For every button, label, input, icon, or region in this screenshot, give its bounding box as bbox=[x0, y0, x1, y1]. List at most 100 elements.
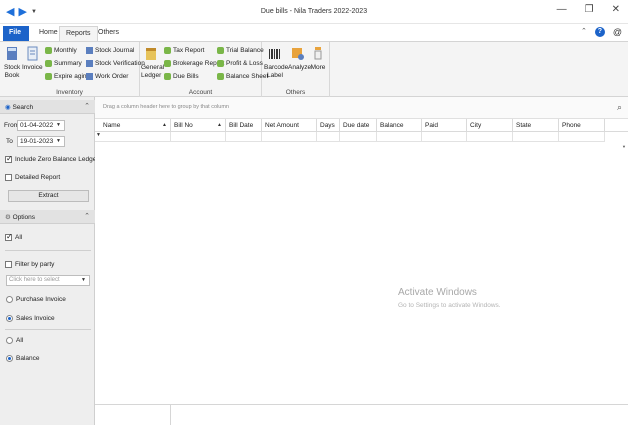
column-header-label: State bbox=[516, 122, 532, 129]
search-section-label: Search bbox=[12, 104, 34, 111]
due-bills-button[interactable]: Due Bills bbox=[164, 73, 199, 80]
balance-sheet-button[interactable]: Balance Sheet bbox=[217, 73, 268, 80]
filter-cell[interactable] bbox=[422, 132, 467, 142]
trial-balance-button[interactable]: Trial Balance bbox=[217, 47, 264, 54]
column-header-days[interactable]: Days bbox=[317, 119, 340, 132]
column-header-balance[interactable]: Balance bbox=[377, 119, 422, 132]
collapse-chevron-icon[interactable]: ⌃ bbox=[84, 212, 90, 220]
column-header-label: Net Amount bbox=[265, 122, 299, 129]
column-header-bill-date[interactable]: Bill Date bbox=[226, 119, 262, 132]
include-zero-balance-checkbox[interactable]: Include Zero Balance Ledger bbox=[5, 154, 99, 163]
brokerage-report-button[interactable]: Brokerage Report bbox=[164, 60, 224, 67]
filter-cell[interactable] bbox=[171, 132, 226, 142]
help-icon[interactable]: ? bbox=[594, 27, 605, 37]
filter-cell[interactable] bbox=[467, 132, 513, 142]
work-order-button[interactable]: Work Order bbox=[86, 73, 128, 80]
balance-radio[interactable]: Balance bbox=[6, 355, 40, 362]
all-checkbox[interactable]: All bbox=[5, 232, 22, 241]
maximize-button[interactable]: ❐ bbox=[585, 4, 594, 15]
expire-aging-button[interactable]: Expire aging bbox=[45, 73, 90, 80]
filter-cell[interactable] bbox=[513, 132, 559, 142]
general-ledger-button[interactable]: General Ledger bbox=[141, 46, 164, 80]
reports-tab-label: Reports bbox=[66, 30, 91, 37]
work-order-icon bbox=[86, 73, 93, 80]
column-header-paid[interactable]: Paid bbox=[422, 119, 467, 132]
tab-file[interactable]: File bbox=[3, 26, 29, 41]
brokerage-report-icon bbox=[164, 60, 171, 67]
column-header-name[interactable]: Name ▲ bbox=[100, 119, 171, 132]
column-header-label: Bill Date bbox=[229, 122, 254, 129]
filter-by-party-checkbox[interactable]: Filter by party bbox=[5, 261, 54, 268]
invoice-button[interactable]: Invoice bbox=[22, 46, 43, 72]
options-section-icon: ⚙ bbox=[5, 214, 11, 221]
column-header-net-amount[interactable]: Net Amount bbox=[262, 119, 317, 132]
column-header-city[interactable]: City bbox=[467, 119, 513, 132]
from-date-picker[interactable]: 01-04-2022 ▼ bbox=[17, 120, 65, 131]
scroll-down-arrow-icon[interactable]: ▼ bbox=[622, 144, 626, 149]
column-header-due-date[interactable]: Due date bbox=[340, 119, 377, 132]
dropdown-arrow-icon[interactable]: ▼ bbox=[56, 122, 61, 128]
vertical-scrollbar[interactable]: ▼ bbox=[620, 142, 628, 404]
ribbon: Stock Book Invoice Monthly Summary Expir… bbox=[0, 41, 628, 97]
purchase-invoice-radio[interactable]: Purchase Invoice bbox=[6, 296, 66, 303]
column-header-label: Bill No bbox=[174, 122, 193, 129]
inventory-group: Stock Book Invoice Monthly Summary Expir… bbox=[0, 42, 145, 97]
stock-journal-icon bbox=[86, 47, 93, 54]
collapse-chevron-icon[interactable]: ⌃ bbox=[84, 102, 90, 110]
tax-report-label: Tax Report bbox=[173, 47, 205, 54]
stock-journal-button[interactable]: Stock Journal bbox=[86, 47, 134, 54]
summary-button[interactable]: Summary bbox=[45, 60, 82, 67]
filter-cell[interactable] bbox=[377, 132, 422, 142]
profit-loss-label: Profit & Loss bbox=[226, 60, 263, 67]
column-header-bill-no[interactable]: Bill No ▲ bbox=[171, 119, 226, 132]
window-controls: — ❐ ✕ bbox=[557, 4, 620, 15]
include-zero-balance-label: Include Zero Balance Ledger bbox=[15, 156, 99, 163]
barcode-label-label: Barcode Label bbox=[264, 64, 289, 79]
party-select[interactable]: Click here to select ▼ bbox=[6, 275, 90, 286]
tax-report-icon bbox=[164, 47, 171, 54]
more-button[interactable]: More bbox=[310, 46, 326, 72]
analyze-icon bbox=[292, 48, 304, 60]
to-date-picker[interactable]: 19-01-2023 ▼ bbox=[17, 136, 65, 147]
tab-right-tools: ⌃ ? @ bbox=[581, 27, 622, 37]
stock-verification-button[interactable]: Stock Verification bbox=[86, 60, 145, 67]
column-header-label: City bbox=[470, 122, 482, 129]
filter-cell[interactable] bbox=[262, 132, 317, 142]
collapse-ribbon-icon[interactable]: ⌃ bbox=[581, 27, 587, 37]
monthly-button[interactable]: Monthly bbox=[45, 47, 77, 54]
barcode-label-button[interactable]: Barcode Label bbox=[264, 46, 289, 80]
detailed-report-checkbox[interactable]: Detailed Report bbox=[5, 174, 60, 181]
dropdown-arrow-icon[interactable]: ▼ bbox=[81, 277, 86, 283]
tab-others[interactable]: Others bbox=[92, 26, 125, 41]
filter-cell[interactable] bbox=[100, 132, 171, 142]
group-panel[interactable]: Drag a column header here to group by th… bbox=[95, 97, 628, 119]
profit-loss-button[interactable]: Profit & Loss bbox=[217, 60, 263, 67]
dropdown-arrow-icon[interactable]: ▼ bbox=[56, 138, 61, 144]
at-icon[interactable]: @ bbox=[613, 27, 622, 37]
filter-cell[interactable] bbox=[317, 132, 340, 142]
extract-button[interactable]: Extract bbox=[8, 190, 89, 202]
filter-cell[interactable] bbox=[226, 132, 262, 142]
tax-report-button[interactable]: Tax Report bbox=[164, 47, 204, 54]
minimize-button[interactable]: — bbox=[557, 4, 567, 15]
detailed-report-label: Detailed Report bbox=[15, 174, 61, 181]
sort-up-icon: ▲ bbox=[162, 122, 167, 128]
stock-verification-icon bbox=[86, 60, 93, 67]
sales-invoice-radio[interactable]: Sales Invoice bbox=[6, 315, 55, 322]
search-icon[interactable]: ⌕ bbox=[617, 102, 622, 113]
filter-cell[interactable] bbox=[559, 132, 605, 142]
close-button[interactable]: ✕ bbox=[612, 4, 620, 15]
stock-journal-label: Stock Journal bbox=[95, 47, 135, 54]
options-section-header[interactable]: ⚙ Options ⌃ bbox=[0, 210, 95, 224]
column-header-state[interactable]: State bbox=[513, 119, 559, 132]
search-section-icon: ◉ bbox=[5, 104, 11, 111]
column-header-phone[interactable]: Phone bbox=[559, 119, 605, 132]
column-header-label: Days bbox=[320, 122, 335, 129]
filter-cell[interactable] bbox=[340, 132, 377, 142]
checkbox-checked-icon bbox=[5, 154, 13, 163]
analyze-button[interactable]: Analyze bbox=[288, 46, 311, 72]
stock-book-button[interactable]: Stock Book bbox=[4, 46, 20, 80]
all-radio[interactable]: All bbox=[6, 337, 23, 344]
search-section-header[interactable]: ◉ Search ⌃ bbox=[0, 100, 95, 114]
left-panel: ◉ Search ⌃ From 01-04-2022 ▼ To 19-01-20… bbox=[0, 97, 99, 425]
